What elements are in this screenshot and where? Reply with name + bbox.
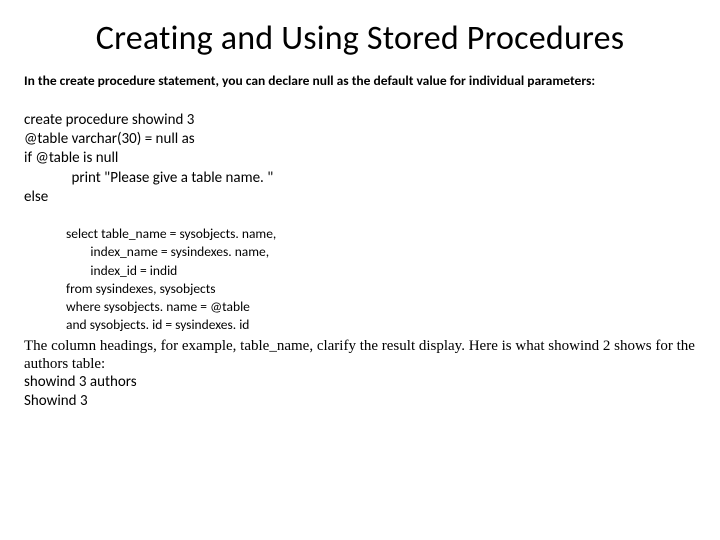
code-line: where sysobjects. name = @table bbox=[66, 298, 250, 315]
code-block: create procedure showind 3 @table varcha… bbox=[24, 92, 696, 207]
code-line: create procedure showind 3 bbox=[24, 111, 194, 129]
code-line: index_name = sysindexes. name, bbox=[66, 243, 269, 260]
code-line: Showind 3 bbox=[24, 392, 88, 410]
code-line: select table_name = sysobjects. name, bbox=[66, 225, 276, 242]
slide-title: Creating and Using Stored Procedures bbox=[24, 18, 696, 59]
code-line: print "Please give a table name. " bbox=[24, 169, 273, 187]
tail-block: showind 3 authors Showind 3 bbox=[24, 373, 696, 411]
code-line: index_id = indid bbox=[66, 262, 177, 279]
explanation-text: The column headings, for example, table_… bbox=[24, 337, 696, 374]
code-subblock: select table_name = sysobjects. name, in… bbox=[66, 207, 696, 335]
code-line: showind 3 authors bbox=[24, 373, 137, 391]
code-line: @table varchar(30) = null as bbox=[24, 130, 195, 148]
slide: Creating and Using Stored Procedures In … bbox=[0, 0, 720, 412]
code-line: and sysobjects. id = sysindexes. id bbox=[66, 316, 249, 333]
intro-text: In the create procedure statement, you c… bbox=[24, 73, 696, 90]
code-line: else bbox=[24, 188, 48, 206]
code-line: if @table is null bbox=[24, 149, 118, 167]
code-line: from sysindexes, sysobjects bbox=[66, 280, 216, 297]
